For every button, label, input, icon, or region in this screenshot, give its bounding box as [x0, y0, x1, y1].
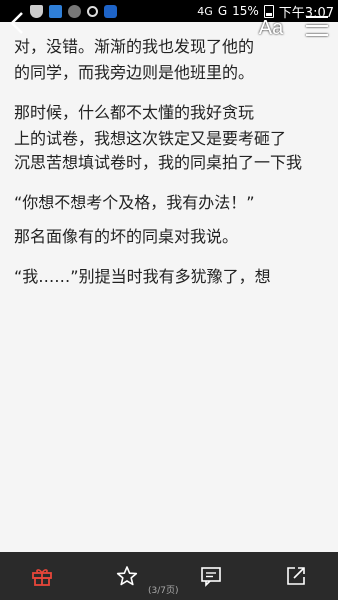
text-line: 那时候，什么都不太懂的我好贪玩 — [14, 103, 255, 122]
text-line: 对，没错。渐渐的我也发现了他的 — [14, 37, 255, 56]
signal-indicator: G — [217, 4, 228, 18]
text-line: “你想不想考个及格，我有办法！” — [14, 193, 255, 212]
gift-button[interactable] — [22, 556, 62, 596]
globe-icon — [68, 4, 81, 18]
notification-icons — [30, 4, 117, 18]
gift-icon — [32, 569, 53, 586]
font-settings-button[interactable]: Aa — [256, 12, 286, 40]
menu-line-icon — [306, 25, 328, 27]
text-line: 那名面像有的坏的同桌对我说。 — [14, 227, 239, 246]
app-icon — [104, 4, 117, 18]
comment-button[interactable] — [191, 556, 231, 596]
text-line: “我……”别提当时我有多犹豫了，想 — [14, 267, 271, 286]
page-indicator: (3/7页) — [148, 586, 179, 596]
search-icon — [87, 5, 98, 17]
reader-screen: 4G G 15% 下午3:07 Aa 对，没错。渐渐的我也发现了他的 的同学，而… — [0, 0, 338, 600]
back-button[interactable] — [4, 8, 30, 38]
shield-icon — [30, 4, 43, 18]
text-line: 沉思苦想填试卷时，我的同桌拍了一下我 — [14, 153, 303, 172]
star-icon — [116, 566, 137, 586]
text-line: 的同学，而我旁边则是他班里的。 — [14, 63, 255, 82]
share-button[interactable] — [276, 556, 316, 596]
share-icon — [286, 567, 305, 585]
back-arrow-icon — [10, 12, 23, 34]
bottom-toolbar: (3/7页) — [0, 552, 338, 600]
reading-area[interactable]: 对，没错。渐渐的我也发现了他的 的同学，而我旁边则是他班里的。 那时候，什么都不… — [0, 22, 338, 552]
status-bar: 4G G 15% 下午3:07 — [0, 0, 338, 22]
shopping-bag-icon — [49, 4, 62, 18]
comment-icon — [201, 567, 222, 587]
menu-line-icon — [306, 16, 328, 18]
battery-percent: 15% — [232, 4, 259, 18]
menu-button[interactable] — [306, 16, 328, 36]
menu-line-icon — [306, 34, 328, 36]
network-type: 4G — [197, 4, 213, 18]
text-line: 上的试卷，我想这次铁定又是要考砸了 — [14, 129, 287, 148]
favorite-button[interactable] — [107, 556, 147, 596]
